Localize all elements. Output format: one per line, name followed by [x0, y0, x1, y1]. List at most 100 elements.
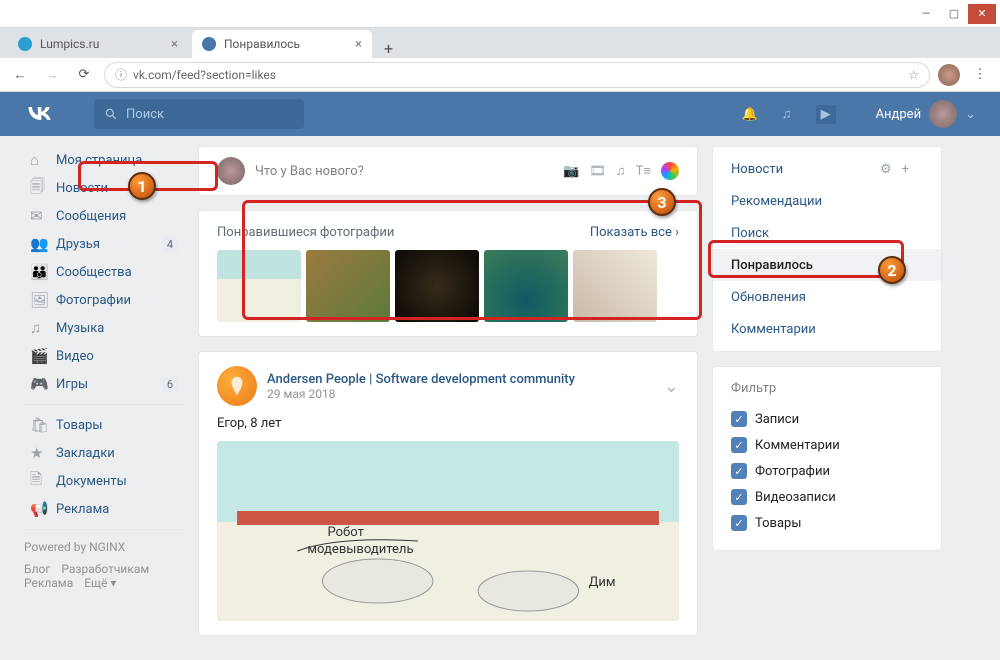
sidebar-item-games[interactable]: 🎮Игры6 — [24, 370, 184, 398]
chrome-profile-icon[interactable] — [938, 64, 960, 86]
search-icon — [104, 107, 118, 121]
sidebar-label: Реклама — [56, 502, 109, 517]
post-author-link[interactable]: Andersen People | Software development c… — [267, 372, 575, 387]
post-avatar-icon[interactable] — [217, 366, 257, 406]
footer-link-ads[interactable]: Реклама — [24, 576, 73, 590]
new-tab-button[interactable]: + — [376, 39, 401, 58]
tab-lumpics[interactable]: Lumpics.ru × — [8, 30, 188, 58]
star-icon[interactable]: ☆ — [908, 68, 919, 82]
annotation-box-3 — [242, 200, 702, 320]
footer-link-dev[interactable]: Разработчикам — [61, 562, 149, 576]
news-icon: 🗐 — [30, 176, 48, 201]
badge: 4 — [162, 237, 178, 252]
post-image[interactable]: Робот модевыводитель Дим — [217, 441, 679, 621]
feed-nav-updates[interactable]: Обновления — [713, 281, 941, 313]
address-bar[interactable]: ⓘ vk.com/feed?section=likes ☆ — [104, 62, 930, 88]
sidebar-item-messages[interactable]: ✉Сообщения — [24, 202, 184, 230]
sidebar-item-photos[interactable]: 🖼Фотографии — [24, 286, 184, 314]
sidebar-label: Документы — [56, 474, 127, 489]
checkbox-icon: ✓ — [731, 437, 747, 453]
annotation-box-2 — [708, 240, 904, 278]
sidebar-item-docs[interactable]: 🗎Документы — [24, 467, 184, 495]
sidebar-item-friends[interactable]: 👥Друзья4 — [24, 230, 184, 258]
user-menu[interactable]: Андрей ⌄ — [876, 100, 976, 128]
browser-tabs: Lumpics.ru × Понравилось × + — [0, 28, 1000, 58]
sidebar-label: Друзья — [56, 237, 100, 252]
sidebar: ⌂Моя страница 🗐Новости ✉Сообщения 👥Друзь… — [24, 146, 184, 650]
sidebar-label: Игры — [56, 377, 88, 392]
vk-logo-icon[interactable] — [24, 100, 54, 128]
sidebar-item-video[interactable]: 🎬Видео — [24, 342, 184, 370]
sidebar-label: Товары — [56, 418, 102, 433]
home-icon: ⌂ — [30, 151, 48, 169]
minimize-icon[interactable]: — — [912, 4, 940, 24]
sidebar-label: Фотографии — [56, 293, 131, 308]
plus-icon[interactable]: + — [902, 162, 909, 177]
palette-icon[interactable] — [661, 162, 679, 180]
note-icon[interactable]: ♫ — [616, 163, 626, 179]
url-text: vk.com/feed?section=likes — [133, 68, 276, 82]
market-icon: 🛍 — [30, 416, 48, 434]
filter-market[interactable]: ✓Товары — [731, 510, 923, 536]
filter-label: Видеозаписи — [755, 490, 836, 505]
right-column: Новости ⚙+ Рекомендации Поиск Понравилос… — [712, 146, 942, 650]
filter-label: Записи — [755, 412, 799, 427]
avatar-icon — [929, 100, 957, 128]
search-placeholder: Поиск — [126, 107, 164, 122]
info-icon: ⓘ — [115, 66, 127, 83]
divider — [24, 529, 184, 530]
music-icon[interactable]: ♫ — [782, 106, 792, 122]
games-icon: 🎮 — [30, 375, 48, 393]
maximize-icon[interactable]: ▢ — [940, 4, 968, 24]
chrome-menu-icon[interactable]: ⋮ — [968, 63, 992, 87]
text-icon[interactable]: T≡ — [636, 163, 651, 179]
clip-icon[interactable]: 🎞 — [589, 164, 606, 179]
tab-close-icon[interactable]: × — [171, 37, 178, 52]
filter-photos[interactable]: ✓Фотографии — [731, 458, 923, 484]
play-icon[interactable]: ▶ — [816, 105, 836, 124]
tab-close-icon[interactable]: × — [355, 37, 362, 52]
tab-vk[interactable]: Понравилось × — [192, 30, 372, 58]
feed-nav-comments[interactable]: Комментарии — [713, 313, 941, 345]
filter-comments[interactable]: ✓ Комментарии — [731, 432, 923, 458]
forward-icon[interactable]: → — [40, 63, 64, 87]
annotation-marker-1: 1 — [128, 172, 156, 200]
reload-icon[interactable]: ⟳ — [72, 63, 96, 87]
sidebar-label: Закладки — [56, 446, 115, 461]
ads-icon: 📢 — [30, 500, 48, 518]
filter-card: Фильтр ✓Записи ✓Комментарии ✓Фотографии … — [712, 366, 942, 551]
footer-link-blog[interactable]: Блог — [24, 562, 50, 576]
nav-label: Комментарии — [731, 322, 816, 337]
filter-videos[interactable]: ✓Видеозаписи — [731, 484, 923, 510]
back-icon[interactable]: ← — [8, 63, 32, 87]
svg-text:Робот: Робот — [327, 525, 363, 540]
sidebar-label: Сообщества — [56, 265, 132, 280]
sidebar-item-market[interactable]: 🛍 Товары — [24, 411, 184, 439]
annotation-marker-2: 2 — [878, 256, 906, 284]
star-icon: ★ — [30, 444, 48, 462]
sidebar-item-bookmarks[interactable]: ★ Закладки — [24, 439, 184, 467]
sidebar-item-groups[interactable]: 👪Сообщества — [24, 258, 184, 286]
annotation-marker-3: 3 — [648, 188, 676, 216]
sidebar-label: Сообщения — [56, 209, 126, 224]
feed-nav-recs[interactable]: Рекомендации — [713, 185, 941, 217]
filter-posts[interactable]: ✓Записи — [731, 406, 923, 432]
composer[interactable]: Что у Вас нового? 📷 🎞 ♫ T≡ — [198, 146, 698, 196]
chevron-down-icon[interactable]: ⌄ — [664, 376, 679, 397]
bell-icon[interactable]: 🔔 — [742, 107, 758, 122]
sidebar-label: Видео — [56, 349, 94, 364]
filter-icon[interactable]: ⚙ — [880, 162, 892, 177]
sidebar-item-music[interactable]: ♫Музыка — [24, 314, 184, 342]
close-icon[interactable]: ✕ — [968, 4, 996, 24]
filter-label: Комментарии — [755, 438, 840, 453]
feed-nav-news[interactable]: Новости ⚙ + — [713, 153, 941, 185]
camera-icon[interactable]: 📷 — [563, 164, 579, 179]
search-input[interactable]: Поиск — [94, 99, 304, 129]
post-date: 29 мая 2018 — [267, 387, 575, 401]
nav-label: Рекомендации — [731, 194, 822, 209]
nav-label: Новости — [731, 162, 783, 177]
filter-label: Фотографии — [755, 464, 830, 479]
footer-link-more[interactable]: Ещё ▾ — [84, 576, 116, 590]
vk-header: Поиск 🔔 ♫ ▶ Андрей ⌄ — [0, 92, 1000, 136]
sidebar-item-ads[interactable]: 📢 Реклама — [24, 495, 184, 523]
